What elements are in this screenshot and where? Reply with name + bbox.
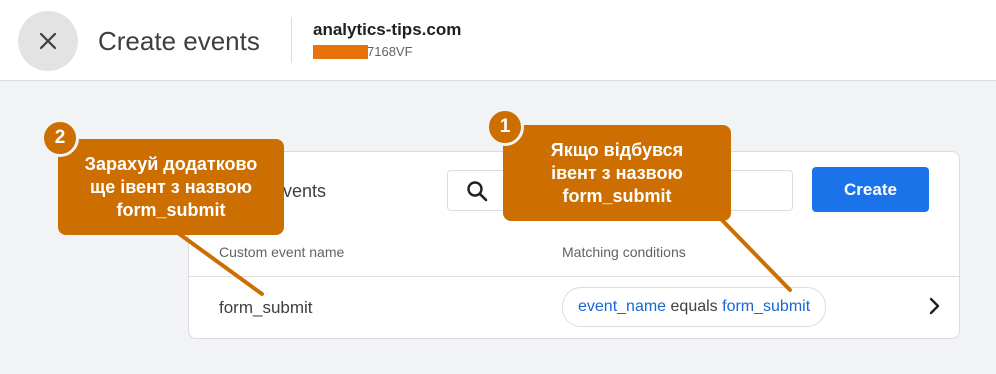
annotation-1-line-3: form_submit <box>562 185 672 206</box>
annotation-1-line-2: івент з назвою <box>551 162 683 183</box>
annotation-2-line-2: ще івент з назвою <box>90 176 252 197</box>
annotation-2-line-3: form_submit <box>116 199 226 220</box>
annotation-2-connector <box>176 231 264 296</box>
annotation-1-line-1: Якщо відбувся <box>550 139 684 160</box>
annotation-1-callout: Якщо відбувся івент з назвою form_submit <box>503 125 731 221</box>
annotation-1-connector <box>716 214 792 292</box>
annotation-2-line-1: Зарахуй додатково <box>84 153 258 174</box>
annotation-2-badge: 2 <box>41 119 79 157</box>
annotation-1-badge: 1 <box>486 108 524 146</box>
annotation-2-callout: Зарахуй додатково ще івент з назвою form… <box>58 139 284 235</box>
